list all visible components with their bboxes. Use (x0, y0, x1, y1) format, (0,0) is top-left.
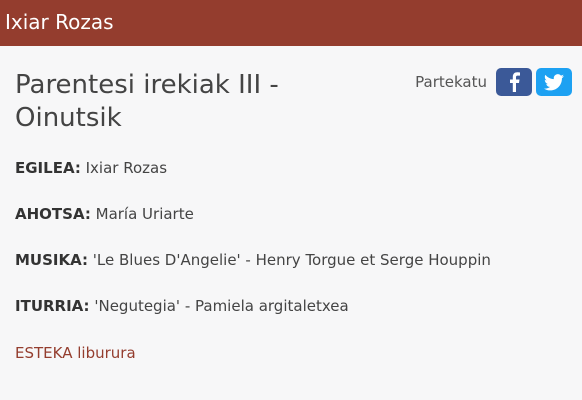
twitter-icon (544, 73, 564, 90)
detail-value: Ixiar Rozas (85, 159, 168, 177)
detail-value: 'Negutegia' - Pamiela argitaletxea (94, 297, 349, 315)
detail-value: María Uriarte (95, 205, 194, 223)
facebook-icon (510, 72, 520, 92)
detail-music: MUSIKA: 'Le Blues D'Angelie' - Henry Tor… (15, 250, 491, 270)
top-bar: Ixiar Rozas (0, 0, 582, 46)
detail-value: 'Le Blues D'Angelie' - Henry Torgue et S… (92, 251, 491, 269)
detail-label: MUSIKA: (15, 251, 89, 269)
book-link[interactable]: ESTEKA liburura (15, 343, 136, 363)
detail-label: AHOTSA: (15, 205, 91, 223)
facebook-share-button[interactable] (496, 68, 532, 96)
detail-voice: AHOTSA: María Uriarte (15, 204, 194, 224)
twitter-share-button[interactable] (536, 68, 572, 96)
detail-label: ITURRIA: (15, 297, 90, 315)
detail-source: ITURRIA: 'Negutegia' - Pamiela argitalet… (15, 296, 349, 316)
site-title[interactable]: Ixiar Rozas (5, 9, 114, 35)
page-title: Parentesi irekiak III - Oinutsik (15, 70, 279, 133)
detail-author: EGILEA: Ixiar Rozas (15, 158, 167, 178)
share-bar: Partekatu (415, 68, 572, 96)
detail-label: EGILEA: (15, 159, 81, 177)
share-label: Partekatu (415, 73, 487, 91)
